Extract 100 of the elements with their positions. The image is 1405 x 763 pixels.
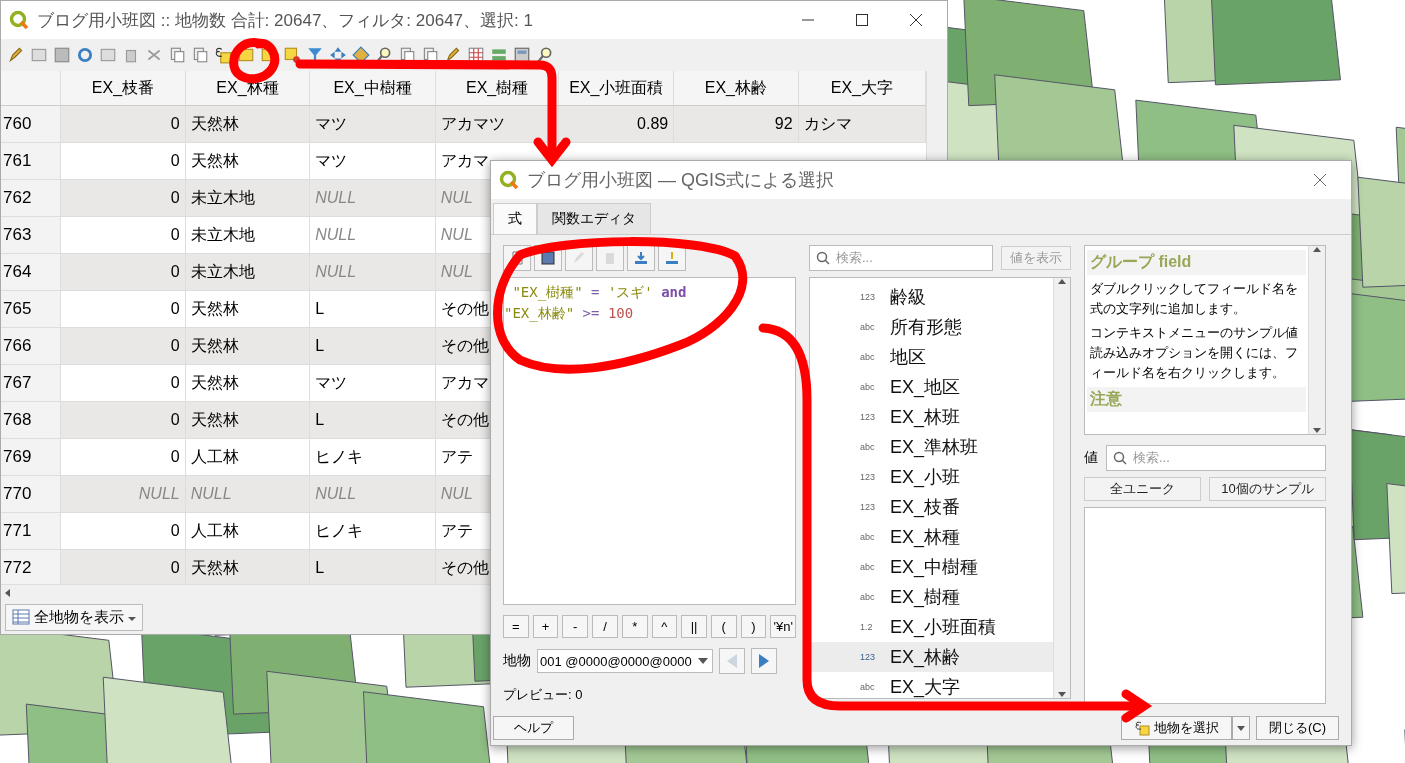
- column-header[interactable]: EX_小班面積: [558, 71, 674, 106]
- operator-button[interactable]: -: [562, 615, 589, 638]
- operator-button[interactable]: ||: [681, 615, 707, 638]
- field-list-item[interactable]: abc EX_大字: [810, 672, 1053, 702]
- help-button[interactable]: ヘルプ: [493, 716, 574, 740]
- field-type-label: 123: [860, 472, 877, 482]
- table-cell: L: [309, 549, 436, 584]
- values-label: 値: [1084, 449, 1098, 467]
- operator-button[interactable]: *: [621, 615, 648, 638]
- values-button[interactable]: 全ユニーク: [1084, 477, 1201, 501]
- row-number[interactable]: 763: [1, 216, 61, 254]
- scrollbar[interactable]: [1308, 246, 1325, 434]
- close-dialog-button[interactable]: 閉じる(C): [1255, 716, 1339, 740]
- table-cell: 0: [60, 179, 186, 217]
- field-list-item[interactable]: abc 地区: [810, 342, 1053, 372]
- operator-button[interactable]: /: [592, 615, 618, 638]
- field-list-item[interactable]: abc EX_林種: [810, 522, 1053, 552]
- column-header[interactable]: EX_中樹種: [309, 71, 436, 106]
- field-type-label: abc: [860, 682, 876, 692]
- feature-combobox[interactable]: 001 @0000@0000@0000: [537, 649, 713, 673]
- column-header[interactable]: EX_林齢: [673, 71, 799, 106]
- field-list-item[interactable]: abc EX_中樹種: [810, 552, 1053, 582]
- download-icon[interactable]: [627, 245, 655, 271]
- close-icon[interactable]: [1313, 173, 1327, 187]
- row-number[interactable]: 762: [1, 179, 61, 217]
- expression-editor[interactable]: "EX_樹種" = 'スギ' and "EX_林齢" >= 100: [503, 277, 796, 605]
- scrollbar[interactable]: [1053, 278, 1070, 698]
- table-icon[interactable]: [30, 46, 48, 64]
- scroll-up-icon[interactable]: [1057, 278, 1067, 286]
- field-list-item[interactable]: 123 EX_枝番: [810, 492, 1053, 522]
- table-cell: NULL: [309, 179, 436, 217]
- scroll-up-icon[interactable]: [1312, 246, 1322, 254]
- operator-button[interactable]: +: [532, 615, 559, 638]
- expression-select-icon[interactable]: [214, 46, 232, 64]
- row-number[interactable]: 760: [1, 105, 61, 143]
- field-list-item[interactable]: 123 EX_小班: [810, 462, 1053, 492]
- table-cell: NULL: [60, 475, 186, 513]
- table-cell: 0: [60, 364, 186, 402]
- field-list-item[interactable]: 123 EX_林齢: [810, 642, 1053, 672]
- row-number[interactable]: 767: [1, 364, 61, 402]
- operator-button[interactable]: ): [740, 615, 767, 638]
- deselect-icon[interactable]: [283, 46, 301, 64]
- table-cell: 天然林: [185, 142, 310, 180]
- table-cell: 0: [60, 438, 186, 476]
- field-type-label: abc: [860, 352, 876, 362]
- field-type-label: 1.2: [860, 622, 874, 632]
- tab[interactable]: 関数エディタ: [537, 203, 651, 234]
- row-number[interactable]: 766: [1, 327, 61, 365]
- values-button[interactable]: 10個のサンプル: [1209, 477, 1326, 501]
- row-number[interactable]: 764: [1, 253, 61, 291]
- operator-button[interactable]: ^: [651, 615, 678, 638]
- row-number[interactable]: 771: [1, 512, 61, 550]
- close-icon[interactable]: [909, 13, 923, 27]
- select-icon[interactable]: [237, 46, 255, 64]
- field-type-label: abc: [860, 532, 876, 542]
- field-list-item[interactable]: abc EX_準林班: [810, 432, 1053, 462]
- operator-button[interactable]: =: [503, 615, 529, 638]
- next-button[interactable]: [751, 648, 777, 674]
- table-cell: 0: [60, 512, 186, 550]
- row-number[interactable]: 769: [1, 438, 61, 476]
- row-number[interactable]: 770: [1, 475, 61, 513]
- field-list-item[interactable]: 123 齢級: [810, 282, 1053, 312]
- scroll-down-icon[interactable]: [1312, 426, 1322, 434]
- field-list-item[interactable]: 1.2 EX_小班面積: [810, 612, 1053, 642]
- copy-icon[interactable]: [191, 46, 209, 64]
- help-text: コンテキストメニューのサンプル値読み込みオプションを開くには、フィールド名を右クリックします。: [1090, 324, 1299, 382]
- field-list-item[interactable]: abc EX_樹種: [810, 582, 1053, 612]
- refresh-icon[interactable]: [76, 46, 94, 64]
- help-text: ダブルクリックしてフィールド名を式の文字列に追加します。: [1090, 280, 1299, 318]
- search-icon[interactable]: [536, 46, 554, 64]
- tab[interactable]: 式: [493, 203, 537, 234]
- column-header[interactable]: EX_大字: [798, 71, 926, 106]
- field-list-item[interactable]: abc EX_地区: [810, 372, 1053, 402]
- table-cell: カシマ: [798, 105, 926, 143]
- table-cell: 0: [60, 549, 186, 584]
- operator-button[interactable]: '¥n': [770, 615, 797, 638]
- field-list-item[interactable]: abc 所有形態: [810, 312, 1053, 342]
- qgis-logo-icon: [499, 170, 519, 190]
- row-number[interactable]: 765: [1, 290, 61, 328]
- row-number[interactable]: 761: [1, 142, 61, 180]
- column-header[interactable]: EX_樹種: [435, 71, 559, 106]
- operator-button[interactable]: (: [710, 615, 737, 638]
- row-number[interactable]: 772: [1, 549, 61, 584]
- copy-icon[interactable]: [168, 46, 186, 64]
- left-triangle-icon: [725, 653, 739, 669]
- filter-dropdown[interactable]: 全地物を表示: [5, 603, 143, 631]
- column-header[interactable]: EX_枝番: [60, 71, 186, 106]
- table-cell: 天然林: [185, 105, 310, 143]
- pencil-icon[interactable]: [7, 46, 25, 64]
- table-cell: NULL: [309, 475, 436, 513]
- row-number[interactable]: 768: [1, 401, 61, 439]
- table-cell: 未立木地: [185, 179, 310, 217]
- table-icon[interactable]: [99, 46, 117, 64]
- table-cell: マツ: [309, 142, 436, 180]
- field-list-item[interactable]: 123 EX_林班: [810, 402, 1053, 432]
- feature-label: 地物: [503, 652, 531, 670]
- maximize-icon[interactable]: [856, 14, 868, 26]
- select-features-button[interactable]: 地物を選択: [1120, 716, 1232, 740]
- scroll-down-icon[interactable]: [1057, 690, 1067, 698]
- table-cell: 0: [60, 216, 186, 254]
